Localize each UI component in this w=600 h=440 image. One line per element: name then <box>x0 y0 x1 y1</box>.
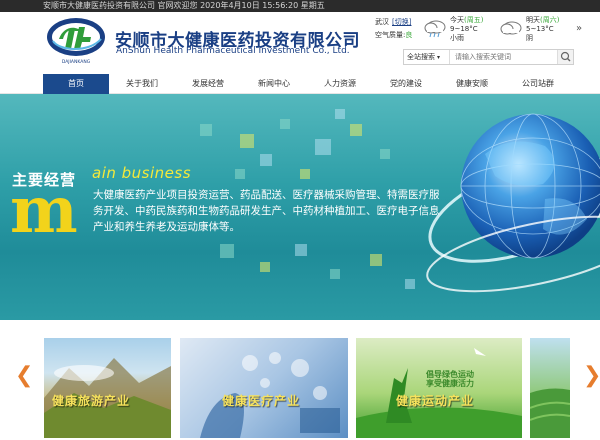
city-switch-link[interactable]: [切换] <box>392 18 411 26</box>
tomorrow-condition: 阴 <box>526 34 533 42</box>
decor-square <box>330 269 340 279</box>
search-icon <box>560 51 571 62</box>
company-name-en: AnShun Health Pharmaceutical Investment … <box>116 46 350 56</box>
decor-square <box>240 134 254 148</box>
search-bar: 全站搜索 ▾ <box>403 49 574 65</box>
search-input[interactable] <box>452 50 557 64</box>
today-weekday: (周五) <box>464 16 484 24</box>
carousel-card-tourism[interactable]: 健康旅游产业 <box>44 338 171 438</box>
search-scope-select[interactable]: 全站搜索 ▾ <box>404 50 450 64</box>
weather-today: 今天(周五) 9~18°C 小雨 <box>423 16 489 46</box>
carousel-card-sports[interactable]: 倡导绿色运动 享受健康活力 健康运动产业 <box>356 338 522 438</box>
decor-square <box>280 119 290 129</box>
decor-square <box>370 254 382 266</box>
weather-tomorrow: 明天(周六) 5~13°C 阴 <box>499 16 565 46</box>
decor-square <box>315 139 331 155</box>
tomorrow-label: 明天 <box>526 16 540 24</box>
grass-runner-image <box>356 348 522 438</box>
banner-title-m: m <box>10 173 78 248</box>
today-condition: 小雨 <box>450 34 464 42</box>
nav-party[interactable]: 党的建设 <box>373 74 439 94</box>
decor-square <box>260 262 270 272</box>
header: DAJIANKANG 安顺市大健康医药投资有限公司 AnShun Health … <box>0 12 600 70</box>
company-logo[interactable]: DAJIANKANG <box>45 15 107 65</box>
logo-tagline: DAJIANKANG <box>62 59 91 65</box>
tomorrow-weekday: (周六) <box>540 16 560 24</box>
decor-square <box>350 124 362 136</box>
card-label: 健康运动产业 <box>396 394 475 408</box>
cloud-icon <box>500 21 522 35</box>
decor-square <box>405 279 415 289</box>
nav-about[interactable]: 关于我们 <box>109 74 175 94</box>
today-label: 今天 <box>450 16 464 24</box>
carousel-card-medical[interactable]: 健康医疗产业 <box>180 338 348 438</box>
card-label: 健康旅游产业 <box>52 394 131 408</box>
weather-widget: 武汉 [切换] 空气质量:良 今天(周五) 9~18°C 小雨 明天(周六) 5… <box>375 15 595 45</box>
nav-development[interactable]: 发展经营 <box>175 74 241 94</box>
nav-news[interactable]: 新闻中心 <box>241 74 307 94</box>
sports-slogan-1: 倡导绿色运动 <box>426 370 474 379</box>
chevron-left-icon[interactable]: ❮ <box>15 365 33 387</box>
card-label: 健康医疗产业 <box>222 394 301 408</box>
industry-carousel: ❮ 健康旅游产业 健康医疗产业 倡导绿色运动 享受健康活力 健康运动产业 ❯ <box>0 320 600 440</box>
rain-cloud-icon <box>424 20 446 38</box>
medical-tech-image <box>200 352 340 438</box>
decor-square <box>200 124 212 136</box>
chevron-right-icon[interactable]: ❯ <box>583 365 600 387</box>
nav-sites[interactable]: 公司站群 <box>505 74 571 94</box>
banner-description: 大健康医药产业项目投资运营、药品配送、医疗器械采购管理、特需医疗服务开发、中药民… <box>93 189 440 233</box>
decor-square <box>295 244 307 256</box>
search-button[interactable] <box>557 50 573 64</box>
decor-square <box>235 169 245 179</box>
top-bar: 安顺市大健康医药投资有限公司 官网欢迎您 2020年4月10日 15:56:20… <box>0 0 600 12</box>
sports-slogan-2: 享受健康活力 <box>426 379 474 388</box>
air-quality: 空气质量:良 <box>375 30 412 40</box>
nav-home[interactable]: 首页 <box>43 74 109 94</box>
banner-title-en: ain business <box>92 164 192 182</box>
tomorrow-temp: 5~13°C <box>526 25 554 33</box>
nav-hr[interactable]: 人力资源 <box>307 74 373 94</box>
welcome-text: 安顺市大健康医药投资有限公司 官网欢迎您 2020年4月10日 15:56:20… <box>43 1 325 10</box>
weather-city: 武汉 [切换] <box>375 17 411 27</box>
decor-square <box>380 149 390 159</box>
decor-square <box>260 154 272 166</box>
air-quality-label: 空气质量: <box>375 31 406 39</box>
sports-slogan: 倡导绿色运动 享受健康活力 <box>426 370 474 388</box>
search-scope-label: 全站搜索 <box>407 53 435 61</box>
caret-down-icon: ▾ <box>437 54 441 61</box>
air-quality-value: 良 <box>405 31 413 39</box>
carousel-card-partial[interactable] <box>530 338 570 438</box>
main-nav: 首页 关于我们 发展经营 新闻中心 人力资源 党的建设 健康安顺 公司站群 <box>0 74 600 94</box>
decor-square <box>300 169 310 179</box>
hero-banner[interactable]: 主要经营 ain business m 大健康医药产业项目投资运营、药品配送、医… <box>0 94 600 320</box>
mountain-image <box>44 358 171 438</box>
tea-field-image <box>530 388 570 438</box>
nav-health-anshun[interactable]: 健康安顺 <box>439 74 505 94</box>
decor-square <box>335 109 345 119</box>
today-temp: 9~18°C <box>450 25 478 33</box>
decor-square <box>220 244 234 258</box>
city-name: 武汉 <box>375 18 389 26</box>
weather-more-button[interactable]: » <box>576 23 582 34</box>
